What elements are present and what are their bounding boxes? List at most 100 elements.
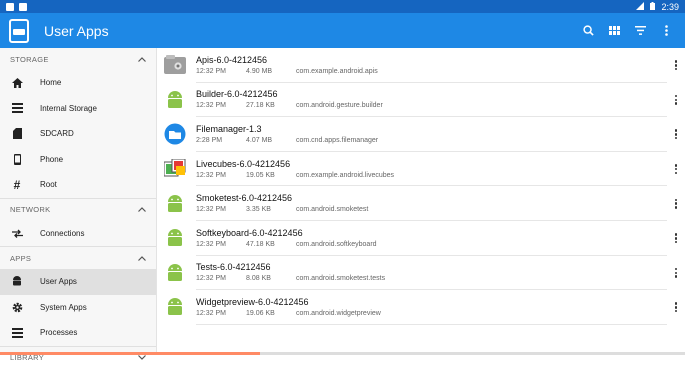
sidebar-item-label: Root [40, 180, 57, 190]
notification-icon [6, 2, 14, 11]
app-size: 3.35 KB [246, 206, 271, 214]
app-list: Apis-6.0-4212456 12:32 PM 4.90 MB com.exam… [157, 48, 685, 355]
section-storage[interactable]: STORAGE [0, 48, 156, 70]
app-name: Smoketest-6.0-4212456 [196, 193, 293, 204]
app-row-tests[interactable]: Tests-6.0-4212456 12:32 PM 8.08 KB com.and… [157, 256, 685, 291]
app-package: com.example.android.livecubes [296, 171, 395, 179]
apis-icon [164, 54, 186, 76]
sidebar-item-phone[interactable]: Phone [0, 147, 156, 173]
app-time: 12:32 PM [196, 240, 226, 248]
phone-icon [11, 153, 23, 165]
sidebar-item-sdcard[interactable]: SDCARD [0, 121, 156, 147]
sidebar-item-connections[interactable]: Connections [0, 221, 156, 247]
sidebar-item-system-apps[interactable]: System Apps [0, 295, 156, 321]
battery-icon [650, 1, 656, 12]
section-title: STORAGE [10, 54, 49, 64]
status-time: 2:39 [661, 1, 679, 12]
connections-icon [11, 227, 23, 239]
more-vert-icon[interactable] [653, 18, 679, 44]
section-title: APPS [10, 253, 32, 263]
app-time: 12:32 PM [196, 102, 226, 110]
app-name: Livecubes-6.0-4212456 [196, 158, 291, 169]
app-package: com.android.softkeyboard [296, 240, 377, 248]
app-time: 12:32 PM [196, 275, 226, 283]
sidebar-item-label: Connections [40, 228, 85, 238]
android-icon [164, 193, 186, 215]
app-name: Softkeyboard-6.0-4212456 [196, 227, 303, 238]
section-apps[interactable]: APPS [0, 247, 156, 269]
android-icon [164, 227, 186, 249]
sidebar-item-home[interactable]: Home [0, 70, 156, 96]
android-icon [164, 262, 186, 284]
sidebar-item-label: System Apps [40, 302, 87, 312]
more-vert-icon[interactable] [671, 162, 681, 176]
app-name: Apis-6.0-4212456 [196, 54, 268, 65]
app-size: 8.08 KB [246, 275, 271, 283]
app-row-softkeyboard[interactable]: Softkeyboard-6.0-4212456 12:32 PM 47.18 K… [157, 221, 685, 256]
app-size: 4.90 MB [246, 67, 273, 75]
app-size: 19.05 KB [246, 171, 275, 179]
app-name: Filemanager-1.3 [196, 123, 262, 134]
more-vert-icon[interactable] [671, 58, 681, 72]
list-icon [11, 327, 23, 339]
more-vert-icon[interactable] [671, 93, 681, 107]
android-notification-icon [19, 2, 27, 11]
app-time: 12:32 PM [196, 67, 226, 75]
app-row-builder[interactable]: Builder-6.0-4212456 12:32 PM 27.18 KB com.… [157, 83, 685, 118]
app-name: Widgetpreview-6.0-4212456 [196, 296, 309, 307]
app-package: com.cnd.apps.filemanager [296, 136, 379, 144]
app-row-widgetpreview[interactable]: Widgetpreview-6.0-4212456 12:32 PM 19.06 … [157, 290, 685, 325]
app-name: Tests-6.0-4212456 [196, 262, 271, 273]
app-time: 12:32 PM [196, 171, 226, 179]
sidebar-item-label: Phone [40, 154, 64, 164]
sidebar-item-root[interactable]: # Root [0, 172, 156, 198]
sidebar-item-processes[interactable]: Processes [0, 320, 156, 346]
gear-icon [11, 301, 23, 313]
filter-icon[interactable] [627, 18, 653, 44]
app-row-filemanager[interactable]: Filemanager-1.3 2:28 PM 4.07 MB com.cnd.ap… [157, 117, 685, 152]
app-row-apis[interactable]: Apis-6.0-4212456 12:32 PM 4.90 MB com.exam… [157, 48, 685, 83]
android-icon [11, 276, 23, 288]
app-row-smoketest[interactable]: Smoketest-6.0-4212456 12:32 PM 3.35 KB com… [157, 186, 685, 221]
sidebar-item-label: Internal Storage [40, 103, 97, 113]
more-vert-icon[interactable] [671, 231, 681, 245]
app-size: 19.06 KB [246, 309, 275, 317]
hash-icon: # [13, 177, 21, 192]
app-time: 12:32 PM [196, 309, 226, 317]
app-package: com.android.widgetpreview [296, 309, 381, 317]
sidebar-item-internal-storage[interactable]: Internal Storage [0, 96, 156, 122]
chevron-up-icon[interactable] [138, 55, 146, 64]
sidebar-item-user-apps[interactable]: User Apps [0, 269, 156, 295]
app-size: 27.18 KB [246, 102, 275, 110]
home-icon [11, 77, 23, 89]
more-vert-icon[interactable] [671, 300, 681, 314]
grid-view-icon[interactable] [601, 18, 627, 44]
app-toolbar: User Apps [0, 13, 685, 48]
more-vert-icon[interactable] [671, 266, 681, 280]
sidebar-item-label: SDCARD [40, 129, 74, 139]
app-size: 47.18 KB [246, 240, 275, 248]
more-vert-icon[interactable] [671, 127, 681, 141]
app-time: 12:32 PM [196, 206, 226, 214]
android-icon [164, 296, 186, 318]
status-bar: 2:39 [0, 0, 685, 13]
android-icon [164, 89, 186, 111]
sidebar-item-label: Home [40, 78, 62, 88]
navigation-drawer: STORAGE Home Internal Storage SDCARD Pho… [0, 48, 157, 362]
filemanager-icon [164, 123, 186, 145]
app-row-livecubes[interactable]: Livecubes-6.0-4212456 12:32 PM 19.05 KB co… [157, 152, 685, 187]
section-library[interactable]: LIBRARY [0, 347, 156, 369]
page-title: User Apps [44, 22, 109, 39]
app-size: 4.07 MB [246, 136, 273, 144]
search-icon[interactable] [575, 18, 601, 44]
chevron-up-icon[interactable] [138, 205, 146, 214]
app-time: 2:28 PM [196, 136, 223, 144]
app-package: com.android.gesture.builder [296, 102, 383, 110]
app-package: com.android.smoketest.tests [296, 275, 386, 283]
app-package: com.example.android.apis [296, 67, 378, 75]
sdcard-icon [11, 128, 23, 140]
chevron-up-icon[interactable] [138, 254, 146, 263]
section-network[interactable]: NETWORK [0, 199, 156, 221]
signal-icon [636, 1, 645, 12]
more-vert-icon[interactable] [671, 197, 681, 211]
